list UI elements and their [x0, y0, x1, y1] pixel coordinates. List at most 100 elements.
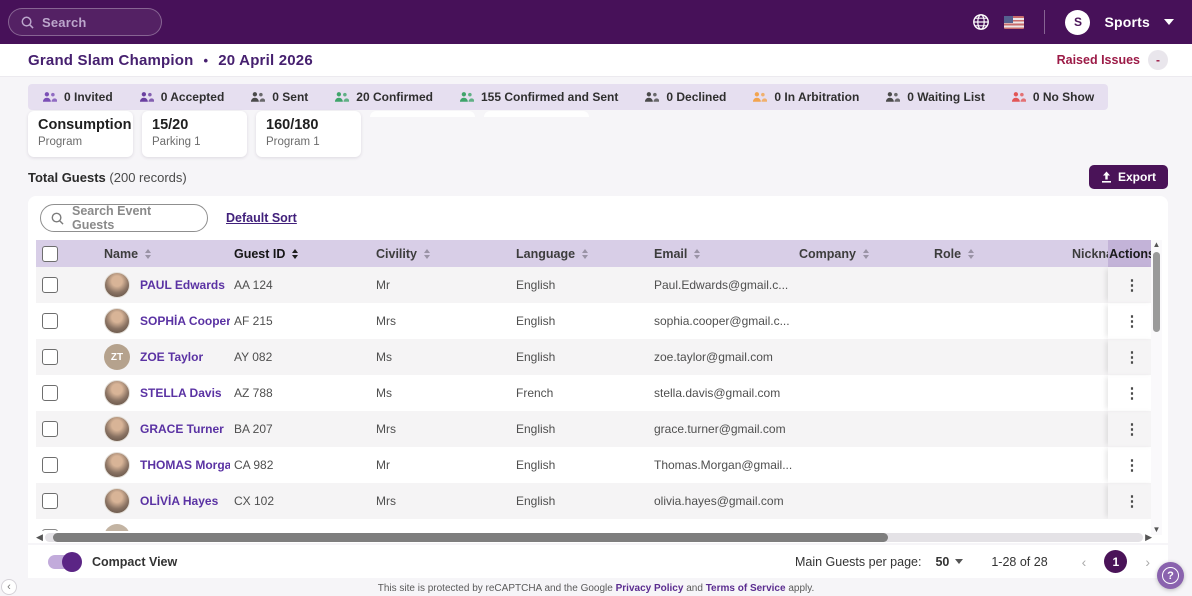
total-guests-title: Total Guests (200 records) [28, 170, 187, 185]
summary-card[interactable]: ConsumptionProgram [28, 111, 133, 157]
select-all-checkbox[interactable] [42, 246, 58, 262]
row-checkbox[interactable] [42, 349, 58, 365]
column-label: Role [934, 247, 961, 261]
language-flag-icon[interactable] [1004, 16, 1024, 29]
summary-card[interactable]: 15/20Parking 1 [142, 111, 247, 157]
sort-icon[interactable] [292, 249, 298, 259]
global-search-placeholder: Search [42, 15, 87, 30]
guest-name-link[interactable]: STELLA Davis [140, 386, 222, 400]
row-actions-menu-icon[interactable]: ⋮ [1125, 422, 1140, 437]
guest-name-link[interactable]: OLİVİA Hayes [140, 494, 218, 508]
global-search-input[interactable]: Search [8, 8, 162, 36]
civility-cell: Ms [372, 375, 512, 411]
status-chips-bar: 0 Invited0 Accepted0 Sent20 Confirmed155… [28, 84, 1108, 110]
company-cell [795, 303, 930, 339]
guest-search-placeholder: Search Event Guests [72, 204, 197, 232]
collapse-sidebar-icon[interactable]: ‹ [1, 579, 17, 595]
sort-icon[interactable] [863, 249, 869, 259]
next-page-icon[interactable]: › [1141, 554, 1154, 570]
sort-icon[interactable] [968, 249, 974, 259]
summary-card[interactable]: 160/180Program 1 [256, 111, 361, 157]
column-header-civility[interactable]: Civility [372, 240, 512, 267]
sort-icon[interactable] [694, 249, 700, 259]
nickname-cell [1068, 483, 1108, 519]
search-icon [51, 212, 64, 225]
account-name[interactable]: Sports [1104, 14, 1150, 30]
row-actions-menu-icon[interactable]: ⋮ [1125, 350, 1140, 365]
sort-icon[interactable] [582, 249, 588, 259]
table-row: PAUL EdwardsAA 124MrEnglishPaul.Edwards@… [36, 267, 1160, 303]
civility-cell: Ms [372, 339, 512, 375]
column-header-guest_id[interactable]: Guest ID [230, 240, 372, 267]
row-checkbox[interactable] [42, 313, 58, 329]
guest-name-link[interactable]: THOMAS Morgan [140, 458, 230, 472]
scroll-left-icon[interactable]: ◀ [36, 532, 43, 543]
row-actions-menu-icon[interactable]: ⋮ [1125, 314, 1140, 329]
horizontal-scrollbar[interactable]: ◀ ▶ [36, 531, 1152, 543]
account-chevron-down-icon[interactable] [1164, 19, 1174, 25]
row-actions-menu-icon[interactable]: ⋮ [1125, 458, 1140, 473]
column-header-email[interactable]: Email [650, 240, 795, 267]
compact-view-toggle[interactable] [48, 555, 80, 569]
per-page-select[interactable]: 50 [935, 555, 963, 569]
sort-icon[interactable] [145, 249, 151, 259]
scroll-down-icon[interactable]: ▼ [1153, 525, 1161, 535]
horizontal-scroll-thumb[interactable] [53, 533, 888, 542]
column-header-name[interactable]: Name [88, 240, 230, 267]
row-actions-menu-icon[interactable]: ⋮ [1125, 494, 1140, 509]
guest-id-cell: CX 102 [230, 483, 372, 519]
role-cell [930, 411, 1068, 447]
card-label: Program [38, 136, 123, 148]
scroll-up-icon[interactable]: ▲ [1153, 240, 1161, 250]
column-label: Name [104, 247, 138, 261]
sort-icon[interactable] [424, 249, 430, 259]
row-checkbox[interactable] [42, 421, 58, 437]
column-header-company[interactable]: Company [795, 240, 930, 267]
raised-issues-badge: - [1148, 50, 1168, 70]
people-icon [334, 91, 349, 103]
company-cell [795, 375, 930, 411]
export-button[interactable]: Export [1089, 165, 1168, 189]
column-header-language[interactable]: Language [512, 240, 650, 267]
vertical-scrollbar[interactable]: ▲ ▼ [1151, 240, 1162, 535]
vertical-scroll-thumb[interactable] [1153, 252, 1160, 332]
nickname-cell [1068, 339, 1108, 375]
row-checkbox[interactable] [42, 493, 58, 509]
row-checkbox[interactable] [42, 385, 58, 401]
privacy-policy-link[interactable]: Privacy Policy [616, 583, 684, 594]
table-row: SOPHİA CooperAF 215MrsEnglishsophia.coop… [36, 303, 1160, 339]
row-actions-menu-icon[interactable]: ⋮ [1125, 278, 1140, 293]
status-chip-label: 0 In Arbitration [774, 90, 859, 104]
status-chip-label: 0 Invited [64, 90, 113, 104]
pagination-range: 1-28 of 28 [991, 555, 1047, 569]
email-cell: Paul.Edwards@gmail.c... [650, 267, 795, 303]
column-header-role[interactable]: Role [930, 240, 1068, 267]
nickname-cell [1068, 303, 1108, 339]
guest-name-link[interactable]: GRACE Turner [140, 422, 224, 436]
table-header-row: Name Guest IDCivilityLanguageEmailCompany… [36, 240, 1160, 267]
globe-icon[interactable] [972, 13, 990, 31]
table-row: GRACE TurnerBA 207MrsEnglishgrace.turner… [36, 411, 1160, 447]
row-actions-menu-icon[interactable]: ⋮ [1125, 386, 1140, 401]
terms-of-service-link[interactable]: Terms of Service [706, 583, 786, 594]
current-page-button[interactable]: 1 [1104, 550, 1127, 573]
account-avatar[interactable]: S [1065, 10, 1090, 35]
disclaimer-text: This site is protected by reCAPTCHA and … [378, 583, 616, 594]
guest-search-input[interactable]: Search Event Guests [40, 204, 208, 232]
guest-name-link[interactable]: ZOE Taylor [140, 350, 203, 364]
row-checkbox[interactable] [42, 457, 58, 473]
status-chip-label: 0 No Show [1033, 90, 1094, 104]
default-sort-link[interactable]: Default Sort [226, 211, 297, 225]
help-button[interactable]: ? [1157, 562, 1184, 589]
status-chip: 0 Sent [250, 90, 308, 104]
guests-table: Name Guest IDCivilityLanguageEmailCompany… [36, 240, 1160, 531]
guest-name-link[interactable]: PAUL Edwards [140, 278, 225, 292]
raised-issues[interactable]: Raised Issues - [1057, 50, 1168, 70]
prev-page-icon[interactable]: ‹ [1078, 554, 1091, 570]
event-date: 20 April 2026 [218, 52, 313, 69]
row-checkbox[interactable] [42, 277, 58, 293]
guest-name-link[interactable]: SOPHİA Cooper [140, 314, 230, 328]
table-row: OLİVİA HayesCX 102MrsEnglisholivia.hayes… [36, 483, 1160, 519]
disclaimer-text: and [683, 583, 705, 594]
email-cell: Thomas.Morgan@gmail... [650, 447, 795, 483]
